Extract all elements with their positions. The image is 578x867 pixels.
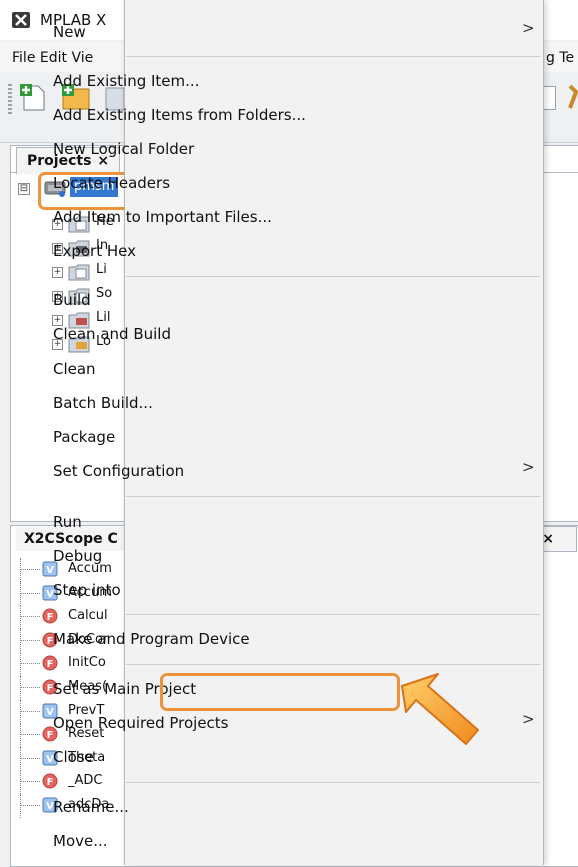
tree-line xyxy=(20,770,21,794)
menu-item-add-existing-item[interactable]: Add Existing Item... xyxy=(53,68,199,94)
tree-line xyxy=(20,676,21,700)
tree-line xyxy=(20,582,21,606)
collapse-toggle[interactable]: ⊟ xyxy=(18,183,30,195)
menu-item-export-hex[interactable]: Export Hex xyxy=(53,238,136,264)
tree-item-label: Li xyxy=(96,262,107,277)
toolbar-grip[interactable] xyxy=(8,84,12,114)
menu-separator xyxy=(126,496,540,497)
tree-line xyxy=(20,687,40,688)
menu-item-new-logical-folder[interactable]: New Logical Folder xyxy=(53,136,194,162)
toolbar-hammer-icon[interactable] xyxy=(560,84,578,110)
menu-separator xyxy=(126,782,540,783)
tree-line xyxy=(20,700,21,724)
menubar-visible-items[interactable]: File Edit Vie xyxy=(12,50,93,66)
submenu-arrow-icon: > xyxy=(522,19,535,37)
mplab-logo-icon xyxy=(12,12,30,28)
svg-text:F: F xyxy=(47,777,54,788)
menu-item-package[interactable]: Package xyxy=(53,424,115,450)
menu-item-set-configuration[interactable]: Set Configuration xyxy=(53,458,184,484)
tree-line xyxy=(20,593,40,594)
tree-line xyxy=(20,569,40,570)
menu-item-batch-build[interactable]: Batch Build... xyxy=(53,390,153,416)
function-icon: F xyxy=(42,655,58,671)
pointer-arrow-icon xyxy=(401,673,479,745)
submenu-arrow-icon: > xyxy=(522,458,535,476)
tree-item-label: So xyxy=(96,286,113,301)
menu-item-build[interactable]: Build xyxy=(53,287,91,313)
tree-line xyxy=(20,663,40,664)
function-icon: F xyxy=(42,773,58,789)
tree-line xyxy=(20,652,21,676)
tree-line xyxy=(20,794,21,818)
menu-item-locate-headers[interactable]: Locate Headers xyxy=(53,170,170,196)
x2cscope-item-label: InitCo xyxy=(68,655,106,670)
menu-item-close[interactable]: Close xyxy=(53,744,94,770)
tree-line xyxy=(20,747,21,771)
tree-line xyxy=(20,734,40,735)
menu-item-move[interactable]: Move... xyxy=(53,828,108,854)
new-file-icon[interactable] xyxy=(18,82,50,114)
menu-item-add-existing-items-folders[interactable]: Add Existing Items from Folders... xyxy=(53,102,306,128)
menu-separator xyxy=(126,276,540,277)
menu-separator xyxy=(126,614,540,615)
menu-separator xyxy=(126,664,540,665)
tree-line xyxy=(20,805,40,806)
menu-item-clean[interactable]: Clean xyxy=(53,356,96,382)
menu-item-rename[interactable]: Rename... xyxy=(53,794,129,820)
menu-item-open-required-projects[interactable]: Open Required Projects xyxy=(53,710,229,736)
menu-item-make-and-program[interactable]: Make and Program Device xyxy=(53,626,250,652)
tree-line xyxy=(20,781,40,782)
menu-item-step-into[interactable]: Step into xyxy=(53,577,121,603)
menu-item-new[interactable]: New xyxy=(53,19,86,45)
tree-line xyxy=(20,558,21,582)
menubar-right-items[interactable]: g Te xyxy=(546,50,574,66)
x2cscope-item-label: Calcul xyxy=(68,608,108,623)
menu-item-debug[interactable]: Debug xyxy=(53,543,102,569)
menu-separator xyxy=(126,56,540,57)
tree-line xyxy=(20,723,21,747)
tree-line xyxy=(20,616,40,617)
tree-line xyxy=(20,640,40,641)
linker-files-folder-icon xyxy=(68,264,90,281)
menu-item-clean-and-build[interactable]: Clean and Build xyxy=(53,321,171,347)
menu-item-run[interactable]: Run xyxy=(53,509,82,535)
x2cscope-item-label: _ADC xyxy=(68,773,103,788)
tree-line xyxy=(20,758,40,759)
tree-line xyxy=(20,711,40,712)
set-main-highlight-box xyxy=(160,673,400,711)
expand-icon[interactable]: + xyxy=(52,267,63,278)
x2cscope-item[interactable]: F InitCo xyxy=(20,652,130,676)
tree-line xyxy=(20,605,21,629)
svg-text:F: F xyxy=(47,659,54,670)
x2cscope-item[interactable]: F _ADC xyxy=(20,770,130,794)
tree-line xyxy=(20,629,21,653)
menu-item-add-important-files[interactable]: Add Item to Important Files... xyxy=(53,204,272,230)
function-icon: F xyxy=(42,608,58,624)
svg-text:F: F xyxy=(47,612,54,623)
submenu-arrow-icon: > xyxy=(522,710,535,728)
